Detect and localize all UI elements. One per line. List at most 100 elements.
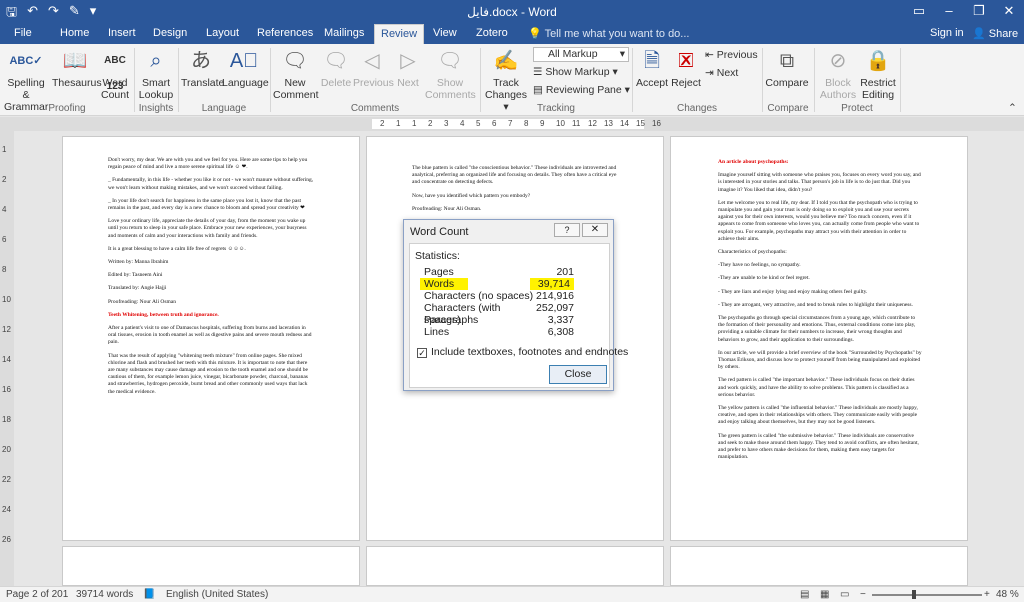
ruler-number: 5 [476,119,481,128]
document-page-1[interactable]: Don't worry, my dear. We are with you an… [62,136,360,541]
language-button[interactable]: A⃝ Language [222,48,269,89]
markup-select[interactable]: All Markup ▾ [533,47,629,62]
statistics-label: Statistics: [415,250,460,262]
document-paragraph: Let me welcome you to real life, my dear… [718,199,920,242]
spelling-label-1: Spelling & [7,77,45,101]
word-count-button[interactable]: ABC 123 Word Count [100,48,130,101]
document-paragraph: Characteristics of psychopaths: [718,249,787,256]
delete-comment-button[interactable]: 🗨 Delete [320,48,352,89]
translate-button[interactable]: あ Translate [181,48,224,89]
help-button[interactable]: ? [554,223,580,237]
ruler-number: 13 [604,119,613,128]
group-label-changes: Changes [676,103,718,114]
vertical-ruler[interactable]: 1 2 4 6 8 10 12 14 16 18 20 22 24 26 [0,131,14,586]
thesaurus-button[interactable]: 📖 Thesaurus [52,48,102,89]
include-textboxes-checkbox[interactable]: ✓ Include textboxes, footnotes and endnot… [417,346,628,358]
accept-button[interactable]: 🗎 Accept [635,48,669,89]
delete-label: Delete [320,77,352,89]
close-icon[interactable]: ✕ [994,0,1024,24]
ribbon-display-options-icon[interactable]: ▭ [904,0,934,24]
word-count-dialog: Word Count ? ✕ Statistics: Pages 201 Word… [403,219,628,391]
group-separator [900,48,901,112]
document-paragraph: Love your ordinary life, appreciate the … [108,218,307,239]
document-page-4[interactable] [62,546,360,586]
zoom-level[interactable]: 48 % [996,589,1019,600]
ruler-number: 2 [428,119,433,128]
block-authors-label-2: Authors [819,89,857,101]
track-changes-label-1: Track [493,77,519,89]
maximize-icon[interactable]: ❐ [964,0,994,24]
stat-label: Pages [424,266,454,278]
share-button[interactable]: 👤 Share [972,27,1018,40]
web-layout-icon[interactable]: ▭ [840,589,849,600]
zoom-slider-handle[interactable] [912,590,916,599]
checkbox-label: Include textboxes, footnotes and endnote… [431,346,629,358]
minimize-icon[interactable]: – [934,0,964,24]
stat-value: 39,714 [529,278,574,290]
restrict-editing-button[interactable]: 🔒 Restrict Editing [859,48,897,101]
stat-row-pages: Pages 201 [424,266,574,278]
tab-zotero[interactable]: Zotero [476,27,508,39]
sign-in-link[interactable]: Sign in [930,27,964,39]
smart-lookup-button[interactable]: ⌕ Smart Lookup [138,48,174,101]
document-paragraph: -They have no feelings, no sympathy. [718,262,801,269]
document-paragraph: An article about psychopaths: [718,159,789,165]
lock-icon: 🔒 [865,50,891,72]
tab-view[interactable]: View [433,27,457,39]
tab-design[interactable]: Design [153,27,187,39]
tab-layout[interactable]: Layout [206,27,239,39]
document-paragraph: It is a great blessing to have a calm li… [108,245,246,252]
tab-references[interactable]: References [257,27,313,39]
tab-file[interactable]: File [14,27,32,39]
new-comment-button[interactable]: 🗨 New Comment [273,48,319,101]
share-label: Share [988,28,1019,40]
reject-button[interactable]: 🗷 Reject [670,48,702,89]
block-authors-button[interactable]: ⊘ Block Authors [818,48,858,101]
document-page-6[interactable] [670,546,968,586]
delete-comment-icon: 🗨 [323,50,349,72]
close-button[interactable]: Close [549,365,607,384]
language-icon: A⃝ [229,50,259,72]
vertical-ruler-number: 14 [2,355,11,364]
document-paragraph: The red pattern is called "the important… [718,377,915,398]
previous-comment-button[interactable]: ◁ Previous [353,48,394,89]
stat-label: Paragraphs [424,314,479,326]
vertical-ruler-number: 16 [2,385,11,394]
dialog-title: Word Count [410,226,469,238]
previous-label: Previous [353,77,394,89]
horizontal-ruler[interactable]: 2 1 1 2 3 4 5 6 7 8 9 10 11 12 13 14 15 16 [0,117,1024,131]
show-comments-button[interactable]: 🗨 Show Comments [425,48,476,101]
document-paragraph: - They are arrogant, very attractive, an… [718,301,913,308]
tab-mailings[interactable]: Mailings [324,27,364,39]
dialog-close-icon[interactable]: ✕ [582,223,608,237]
new-comment-label-1: New [284,77,306,89]
tab-insert[interactable]: Insert [108,27,136,39]
collapse-ribbon-icon[interactable]: ⌃ [1008,102,1017,114]
next-comment-button[interactable]: ▷ Next [394,48,422,89]
tab-home[interactable]: Home [60,27,89,39]
compare-button[interactable]: ⧉ Compare [764,48,810,89]
tell-me-search[interactable]: 💡 Tell me what you want to do... [528,27,689,40]
document-page-5[interactable] [366,546,664,586]
zoom-out-button[interactable]: − [860,589,866,600]
document-page-3[interactable]: An article about psychopaths: Imagine you… [670,136,968,541]
vertical-ruler-number: 22 [2,475,11,484]
language-status[interactable]: English (United States) [166,589,268,600]
previous-change-button[interactable]: ⇤ Previous [705,49,758,61]
show-markup-button[interactable]: ☰ Show Markup ▾ [533,66,618,78]
next-change-button[interactable]: ⇥ Next [705,67,738,79]
show-comments-label-1: Show [436,77,464,89]
page-indicator[interactable]: Page 2 of 201 [6,589,68,600]
reviewing-pane-button[interactable]: ▤ Reviewing Pane ▾ [533,84,630,96]
dialog-body: Statistics: Pages 201 Words 39,714 Charact… [409,243,628,388]
read-mode-icon[interactable]: ▤ [800,589,809,600]
print-layout-icon[interactable]: ▦ [820,589,829,600]
proofing-status-icon[interactable]: 📘 [143,589,155,600]
vertical-ruler-number: 6 [2,235,7,244]
tab-review[interactable]: Review [374,24,425,44]
document-paragraph: Teeth Whitening, between truth and ignor… [108,311,219,318]
word-count-status[interactable]: 39714 words [76,589,133,600]
ruler-number: 3 [444,119,449,128]
zoom-slider[interactable] [872,594,982,596]
zoom-in-button[interactable]: + [984,589,990,600]
